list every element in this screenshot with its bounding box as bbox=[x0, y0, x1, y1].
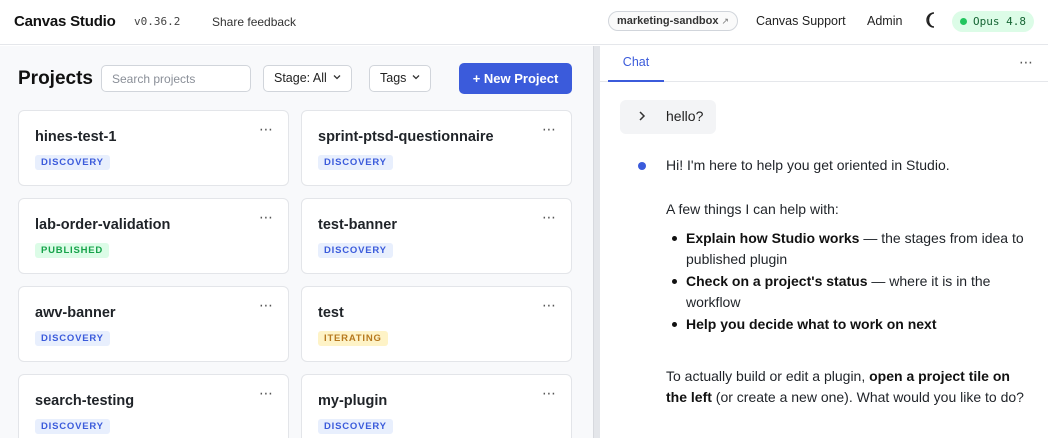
help-list: Explain how Studio works — the stages fr… bbox=[666, 228, 1026, 335]
list-item: Help you decide what to work on next bbox=[666, 314, 1026, 335]
list-item: Check on a project's status — where it i… bbox=[666, 271, 1026, 313]
model-name: Opus 4.8 bbox=[973, 15, 1026, 28]
closing-pre: To actually build or edit a plugin, bbox=[666, 368, 870, 384]
project-name: test-banner bbox=[318, 217, 397, 233]
stage-filter-label: Stage: All bbox=[274, 71, 327, 85]
search-input[interactable] bbox=[101, 65, 251, 92]
stage-badge: DISCOVERY bbox=[318, 243, 393, 258]
more-options-icon[interactable]: ⋯ bbox=[259, 297, 274, 314]
project-card[interactable]: awv-banner ⋯ DISCOVERY bbox=[18, 286, 289, 362]
project-name: my-plugin bbox=[318, 393, 388, 409]
user-message-text: hello? bbox=[666, 108, 704, 124]
more-options-icon[interactable]: ⋯ bbox=[259, 121, 274, 138]
project-name: sprint-ptsd-questionnaire bbox=[318, 129, 494, 145]
app-version: v0.36.2 bbox=[134, 15, 181, 28]
project-card[interactable]: test ⋯ ITERATING bbox=[301, 286, 572, 362]
tab-chat[interactable]: Chat bbox=[608, 46, 664, 82]
project-card[interactable]: my-plugin ⋯ DISCOVERY bbox=[301, 374, 572, 438]
more-options-icon[interactable]: ⋯ bbox=[542, 297, 557, 314]
tags-filter-label: Tags bbox=[380, 71, 407, 85]
more-options-icon[interactable]: ⋯ bbox=[1019, 54, 1034, 71]
project-name: lab-order-validation bbox=[35, 217, 171, 233]
app-brand[interactable]: Canvas Studio bbox=[14, 13, 116, 30]
stage-badge: DISCOVERY bbox=[35, 331, 110, 346]
more-options-icon[interactable]: ⋯ bbox=[542, 209, 557, 226]
more-options-icon[interactable]: ⋯ bbox=[542, 385, 557, 402]
status-dot-icon bbox=[960, 18, 967, 25]
user-message[interactable]: hello? bbox=[620, 100, 716, 134]
share-feedback-link[interactable]: Share feedback bbox=[212, 15, 296, 29]
stage-badge: PUBLISHED bbox=[35, 243, 110, 258]
chat-panel: Chat ⋯ hello? Hi! I'm here to help you g… bbox=[600, 46, 1048, 438]
external-link-icon: ↗ bbox=[721, 16, 730, 26]
project-name: search-testing bbox=[35, 393, 135, 409]
more-options-icon[interactable]: ⋯ bbox=[259, 209, 274, 226]
assistant-indicator-icon bbox=[638, 162, 646, 170]
chevron-down-icon bbox=[412, 75, 420, 80]
assistant-greeting: Hi! I'm here to help you get oriented in… bbox=[666, 157, 950, 173]
projects-panel: Projects Stage: All Tags + New Project h… bbox=[0, 46, 593, 438]
environment-name: marketing-sandbox bbox=[617, 15, 719, 27]
project-name: awv-banner bbox=[35, 305, 116, 321]
assistant-intro: A few things I can help with: bbox=[666, 201, 839, 217]
canvas-support-link[interactable]: Canvas Support bbox=[756, 14, 846, 28]
tags-filter-dropdown[interactable]: Tags bbox=[369, 65, 432, 92]
stage-badge: DISCOVERY bbox=[318, 155, 393, 170]
admin-link[interactable]: Admin bbox=[867, 14, 902, 28]
stage-badge: DISCOVERY bbox=[318, 419, 393, 434]
more-options-icon[interactable]: ⋯ bbox=[259, 385, 274, 402]
project-card[interactable]: sprint-ptsd-questionnaire ⋯ DISCOVERY bbox=[301, 110, 572, 186]
assistant-closing: To actually build or edit a plugin, open… bbox=[666, 366, 1026, 408]
stage-badge: DISCOVERY bbox=[35, 419, 110, 434]
environment-pill[interactable]: marketing-sandbox ↗ bbox=[608, 11, 739, 31]
assistant-bullets: Explain how Studio works — the stages fr… bbox=[666, 228, 1026, 335]
project-card[interactable]: hines-test-1 ⋯ DISCOVERY bbox=[18, 110, 289, 186]
page-title: Projects bbox=[18, 68, 93, 89]
moon-icon[interactable] bbox=[925, 12, 939, 28]
model-status-pill[interactable]: Opus 4.8 bbox=[952, 11, 1034, 32]
project-card[interactable]: lab-order-validation ⋯ PUBLISHED bbox=[18, 198, 289, 274]
closing-post: (or create a new one). What would you li… bbox=[711, 389, 1024, 405]
project-name: hines-test-1 bbox=[35, 129, 117, 145]
chevron-down-icon bbox=[333, 75, 341, 80]
stage-badge: DISCOVERY bbox=[35, 155, 110, 170]
bullet-bold: Explain how Studio works bbox=[686, 230, 860, 246]
chat-tabs: Chat ⋯ bbox=[600, 46, 1048, 82]
more-options-icon[interactable]: ⋯ bbox=[542, 121, 557, 138]
stage-badge: ITERATING bbox=[318, 331, 388, 346]
new-project-button[interactable]: + New Project bbox=[459, 63, 572, 94]
project-card[interactable]: test-banner ⋯ DISCOVERY bbox=[301, 198, 572, 274]
list-item: Explain how Studio works — the stages fr… bbox=[666, 228, 1026, 270]
chevron-right-icon bbox=[639, 111, 646, 121]
bullet-bold: Help you decide what to work on next bbox=[686, 316, 937, 332]
top-bar: Canvas Studio v0.36.2 Share feedback mar… bbox=[0, 0, 1048, 45]
project-card[interactable]: search-testing ⋯ DISCOVERY bbox=[18, 374, 289, 438]
project-name: test bbox=[318, 305, 344, 321]
stage-filter-dropdown[interactable]: Stage: All bbox=[263, 65, 352, 92]
panel-resize-handle[interactable] bbox=[593, 46, 600, 438]
bullet-bold: Check on a project's status bbox=[686, 273, 868, 289]
